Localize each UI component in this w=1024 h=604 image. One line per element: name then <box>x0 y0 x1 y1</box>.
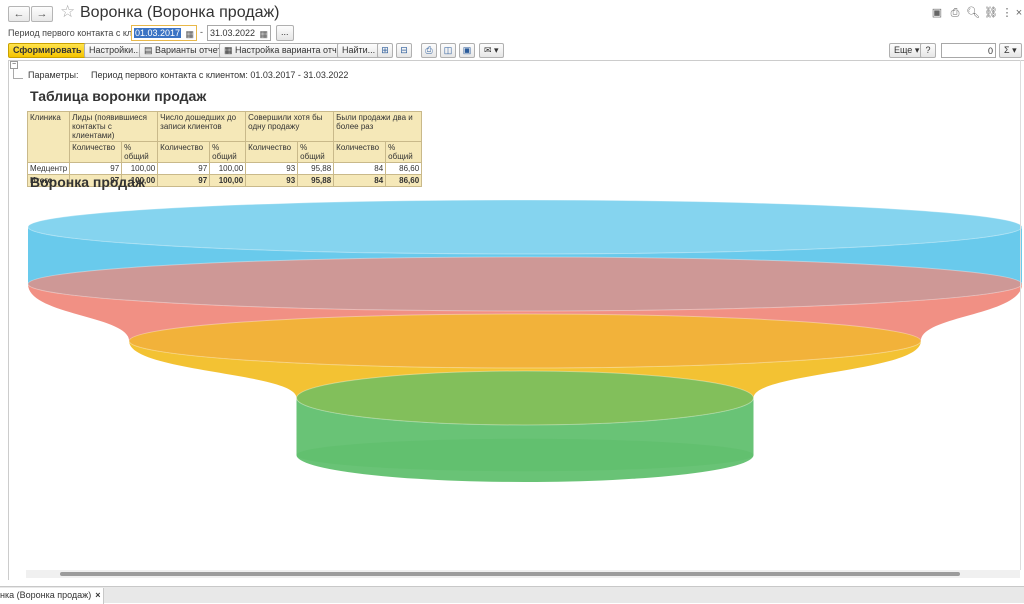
funnel-segment-top <box>27 256 1023 312</box>
right-border <box>1020 60 1021 570</box>
tab-bar: нка (Воронка продаж) × <box>0 586 1024 604</box>
funnel-segment-top <box>128 313 922 369</box>
funnel-segment-top <box>295 370 755 426</box>
funnel-segment-top <box>27 199 1023 255</box>
horizontal-scrollbar[interactable] <box>26 570 1020 578</box>
funnel-chart <box>27 199 1023 482</box>
tab-funnel[interactable]: нка (Воронка продаж) × <box>0 588 105 604</box>
funnel-bottom-cap <box>296 438 754 472</box>
tab-close-icon[interactable]: × <box>95 590 100 600</box>
scrollbar-thumb[interactable] <box>60 572 960 576</box>
